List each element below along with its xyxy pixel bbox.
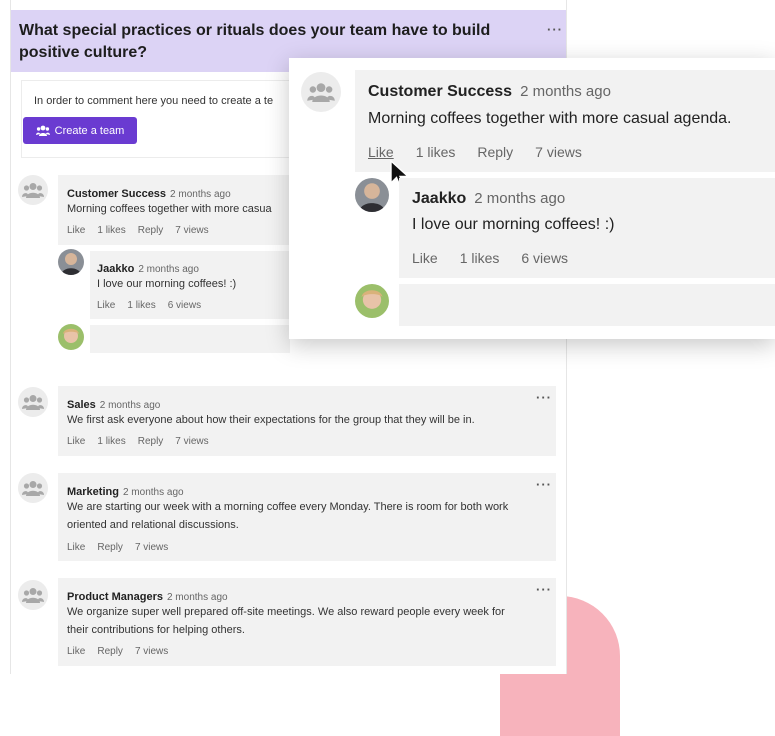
comment-input[interactable]: [399, 284, 775, 326]
comment-text: Morning coffees together with more casua…: [368, 110, 732, 127]
group-avatar-icon: [18, 387, 48, 417]
create-team-button[interactable]: Create a team: [23, 117, 137, 144]
views-count: 7 views: [134, 542, 169, 553]
reply-actions: Like 1 likes 6 views: [412, 250, 590, 266]
more-options-button[interactable]: ···: [536, 477, 552, 492]
views-count: 7 views: [134, 646, 169, 657]
comment-author[interactable]: Product Managers: [67, 591, 163, 603]
like-button[interactable]: Like: [412, 250, 438, 266]
current-user-avatar: [58, 324, 84, 350]
reply-author[interactable]: Jaakko: [97, 263, 134, 275]
comment-time: 2 months ago: [166, 592, 228, 603]
comment-time: 2 months ago: [122, 487, 184, 498]
views-count: 7 views: [175, 436, 209, 447]
user-avatar: [355, 178, 389, 212]
comment-text: We first ask everyone about how their ex…: [67, 414, 475, 426]
like-button[interactable]: Like: [67, 542, 85, 553]
comment-bubble: Customer Success 2 months ago Morning cof…: [355, 70, 775, 172]
team-icon: [35, 125, 50, 136]
comment-bubble: Marketing 2 months ago ··· We are startin…: [58, 473, 556, 561]
comment-time: 2 months ago: [99, 400, 161, 411]
comment-actions: Like Reply 7 views: [67, 542, 180, 553]
like-button[interactable]: Like: [97, 300, 115, 311]
comment-actions: Like 1 likes Reply 7 views: [368, 144, 604, 160]
reply-time: 2 months ago: [474, 190, 566, 207]
comment-text: We organize super well prepared off-site…: [67, 606, 505, 618]
more-options-button[interactable]: ···: [547, 22, 563, 37]
comment-author[interactable]: Customer Success: [67, 188, 166, 200]
reply-bubble: Jaakko 2 months ago I love our morning co…: [90, 251, 290, 319]
reply-button[interactable]: Reply: [477, 144, 513, 160]
comment-text: We are starting our week with a morning …: [67, 501, 509, 513]
more-options-button[interactable]: ···: [536, 582, 552, 597]
reply-button[interactable]: Reply: [138, 436, 164, 447]
comment-actions: Like 1 likes Reply 7 views: [67, 436, 221, 447]
like-button[interactable]: Like: [368, 144, 394, 160]
comment-bubble: Customer Success 2 months ago Morning cof…: [58, 175, 290, 245]
comment-actions: Like Reply 7 views: [67, 646, 180, 657]
comment-text: their contributions for helping others.: [67, 624, 245, 636]
reply-text: I love our morning coffees! :): [97, 278, 237, 290]
more-options-button[interactable]: ···: [536, 390, 552, 405]
group-avatar-icon: [301, 72, 341, 112]
group-avatar-icon: [18, 473, 48, 503]
comment-time: 2 months ago: [170, 189, 231, 200]
reply-button[interactable]: Reply: [97, 646, 123, 657]
current-user-avatar: [355, 284, 389, 318]
reply-time: 2 months ago: [138, 264, 199, 275]
notice-text: In order to comment here you need to cre…: [34, 95, 274, 107]
like-button[interactable]: Like: [67, 436, 85, 447]
reply-button[interactable]: Reply: [97, 542, 123, 553]
comment-bubble: Product Managers 2 months ago ··· We orga…: [58, 578, 556, 666]
zoomed-comment-popup: Customer Success 2 months ago Morning cof…: [289, 58, 775, 339]
likes-count: 1 likes: [415, 144, 456, 160]
comment-author[interactable]: Marketing: [67, 486, 119, 498]
comment-input[interactable]: [90, 325, 290, 353]
comment-text: oriented and relational discussions.: [67, 519, 239, 531]
reply-button[interactable]: Reply: [138, 225, 164, 236]
likes-count: 1 likes: [459, 250, 500, 266]
comment-text: Morning coffees together with more casua: [67, 203, 272, 215]
comment-bubble: Sales 2 months ago ··· We first ask every…: [58, 386, 556, 456]
reply-bubble: Jaakko 2 months ago I love our morning co…: [399, 178, 775, 278]
reply-author[interactable]: Jaakko: [412, 190, 466, 207]
comment-author[interactable]: Customer Success: [368, 83, 512, 100]
like-button[interactable]: Like: [67, 646, 85, 657]
views-count: 7 views: [175, 225, 209, 236]
reply-actions: Like 1 likes 6 views: [97, 300, 213, 311]
likes-count: 1 likes: [97, 436, 126, 447]
group-avatar-icon: [18, 580, 48, 610]
create-team-label: Create a team: [54, 124, 125, 137]
likes-count: 1 likes: [97, 225, 126, 236]
views-count: 6 views: [521, 250, 569, 266]
user-avatar: [58, 249, 84, 275]
reply-text: I love our morning coffees! :): [412, 216, 615, 233]
views-count: 7 views: [535, 144, 582, 160]
like-button[interactable]: Like: [67, 225, 85, 236]
comment-author[interactable]: Sales: [67, 399, 96, 411]
comment-actions: Like 1 likes Reply 7 views: [67, 225, 221, 236]
comment-time: 2 months ago: [520, 83, 611, 100]
views-count: 6 views: [167, 300, 202, 311]
likes-count: 1 likes: [127, 300, 156, 311]
group-avatar-icon: [18, 175, 48, 205]
